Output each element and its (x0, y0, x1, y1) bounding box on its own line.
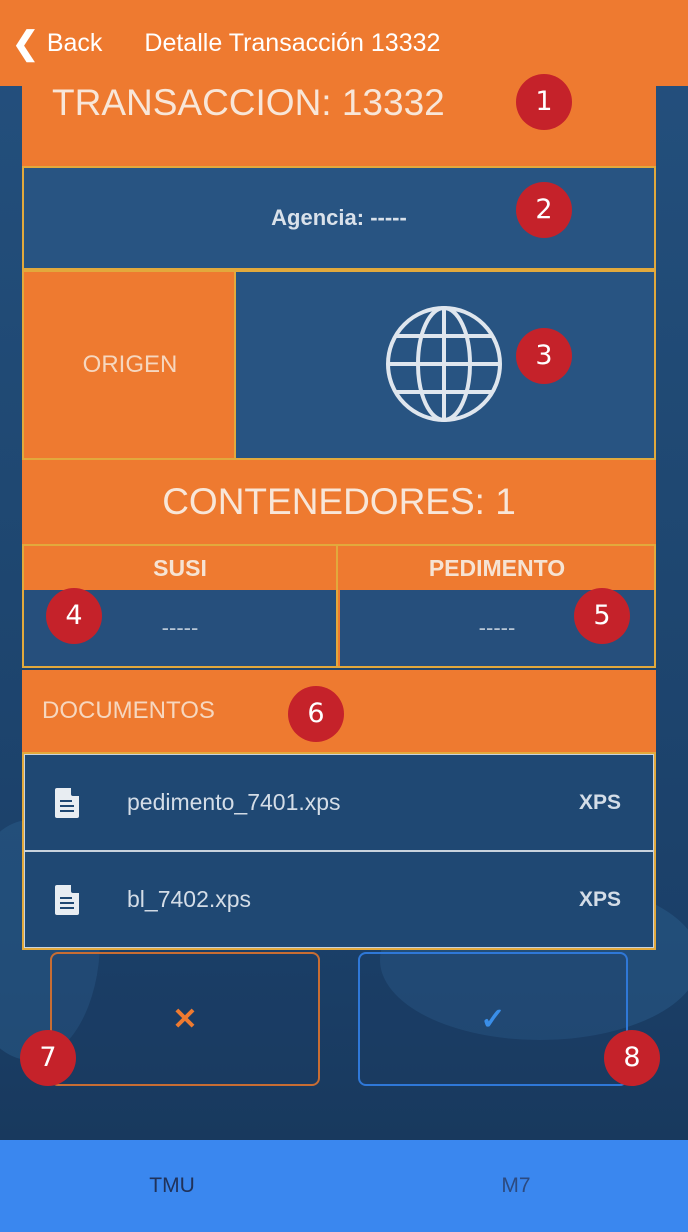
documents-list: pedimento_7401.xps XPS bl_7402.xps XPS (22, 752, 656, 950)
annotation-badge: 5 (574, 588, 630, 644)
file-name: pedimento_7401.xps (127, 789, 341, 815)
back-label: Back (46, 28, 103, 57)
close-icon: ✕ (172, 1002, 198, 1036)
top-bar: ❮ Back Detalle Transacción 13332 (0, 0, 688, 86)
origen-globe-panel (234, 270, 656, 460)
list-item[interactable]: bl_7402.xps XPS (24, 851, 654, 948)
tab-tmu[interactable]: TMU (0, 1140, 344, 1232)
page-title: Detalle Transacción 13332 (144, 28, 441, 57)
document-icon (55, 884, 79, 915)
tab-m7[interactable]: M7 (344, 1140, 688, 1232)
origen-label: ORIGEN (82, 351, 178, 378)
chevron-left-icon: ❮ (12, 25, 39, 61)
annotation-badge: 2 (516, 182, 572, 238)
list-item[interactable]: pedimento_7401.xps XPS (24, 754, 654, 851)
annotation-badge: 3 (516, 328, 572, 384)
susi-header: SUSI (24, 546, 336, 590)
confirm-button[interactable]: ✓ (358, 952, 628, 1086)
contenedores-label: CONTENEDORES: 1 (162, 481, 516, 522)
annotation-badge: 8 (604, 1030, 660, 1086)
globe-icon (386, 306, 502, 422)
cancel-button[interactable]: ✕ (50, 952, 320, 1086)
file-type: XPS (578, 887, 621, 911)
file-name: bl_7402.xps (127, 886, 252, 912)
back-button[interactable]: ❮ Back (12, 27, 102, 59)
bottom-tab-bar: TMU M7 (0, 1140, 688, 1232)
pedimento-header: PEDIMENTO (340, 546, 654, 590)
check-icon: ✓ (480, 1002, 506, 1036)
origen-panel: ORIGEN (22, 270, 236, 460)
contenedores-panel: CONTENEDORES: 1 (22, 460, 656, 544)
document-icon (55, 787, 79, 818)
annotation-badge: 6 (288, 686, 344, 742)
annotation-badge: 4 (46, 588, 102, 644)
transaction-title: TRANSACCION: 13332 (52, 82, 445, 123)
documentos-label: DOCUMENTOS (42, 697, 215, 724)
file-type: XPS (578, 790, 621, 814)
annotation-badge: 7 (20, 1030, 76, 1086)
annotation-badge: 1 (516, 74, 572, 130)
susi-pedimento-panel: SUSI ----- PEDIMENTO ----- (22, 544, 656, 668)
